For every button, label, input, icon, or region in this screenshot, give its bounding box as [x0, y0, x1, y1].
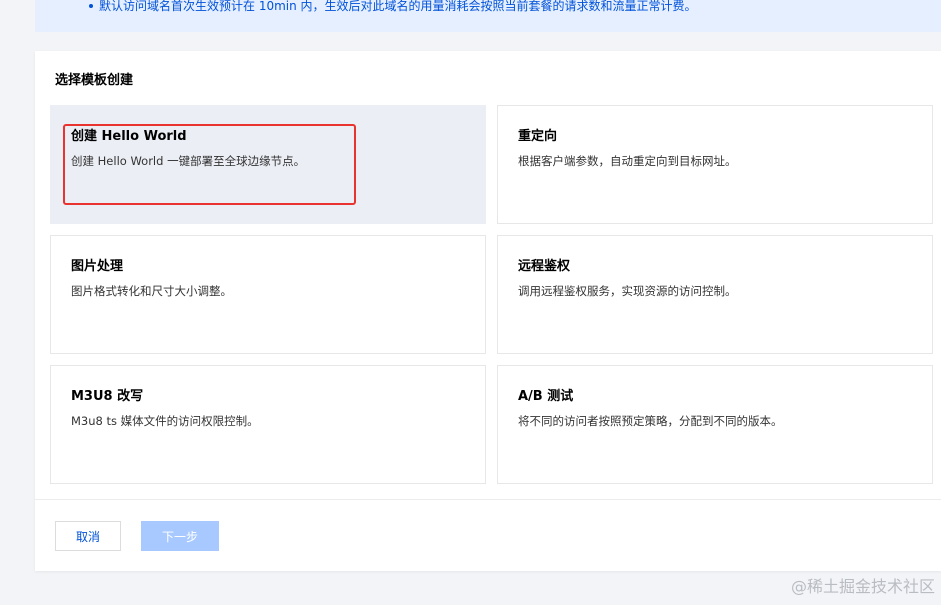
template-card-desc: M3u8 ts 媒体文件的访问权限控制。 [71, 414, 259, 428]
info-notice: 默认访问域名首次生效预计在 10min 内，生效后对此域名的用量消耗会按照当前套… [35, 0, 941, 32]
template-card-desc: 调用远程鉴权服务，实现资源的访问控制。 [518, 284, 737, 298]
watermark: @稀土掘金技术社区 [790, 577, 935, 596]
template-card-title: 创建 Hello World [71, 129, 187, 144]
next-step-button[interactable]: 下一步 [141, 521, 219, 551]
footer-divider [35, 499, 941, 500]
template-card-desc: 将不同的访问者按照预定策略，分配到不同的版本。 [518, 414, 783, 428]
template-card-desc: 图片格式转化和尺寸大小调整。 [71, 284, 232, 298]
bullet-icon [89, 4, 93, 8]
section-title: 选择模板创建 [55, 73, 134, 88]
template-card-ab-test[interactable]: A/B 测试 将不同的访问者按照预定策略，分配到不同的版本。 [497, 365, 933, 484]
template-card-title: 远程鉴权 [518, 259, 571, 274]
template-card-m3u8-rewrite[interactable]: M3U8 改写 M3u8 ts 媒体文件的访问权限控制。 [50, 365, 486, 484]
template-card-title: M3U8 改写 [71, 389, 144, 404]
template-card-remote-auth[interactable]: 远程鉴权 调用远程鉴权服务，实现资源的访问控制。 [497, 235, 933, 354]
notice-text: 默认访问域名首次生效预计在 10min 内，生效后对此域名的用量消耗会按照当前套… [99, 0, 697, 13]
template-card-hello-world[interactable]: 创建 Hello World 创建 Hello World 一键部署至全球边缘节… [50, 105, 486, 224]
template-card-desc: 根据客户端参数，自动重定向到目标网址。 [518, 154, 737, 168]
template-card-title: A/B 测试 [518, 389, 574, 404]
template-card-title: 图片处理 [71, 259, 124, 274]
cancel-button[interactable]: 取消 [55, 521, 121, 551]
template-card-desc: 创建 Hello World 一键部署至全球边缘节点。 [71, 154, 306, 168]
template-card-title: 重定向 [518, 129, 558, 144]
template-card-redirect[interactable]: 重定向 根据客户端参数，自动重定向到目标网址。 [497, 105, 933, 224]
template-card-image-processing[interactable]: 图片处理 图片格式转化和尺寸大小调整。 [50, 235, 486, 354]
